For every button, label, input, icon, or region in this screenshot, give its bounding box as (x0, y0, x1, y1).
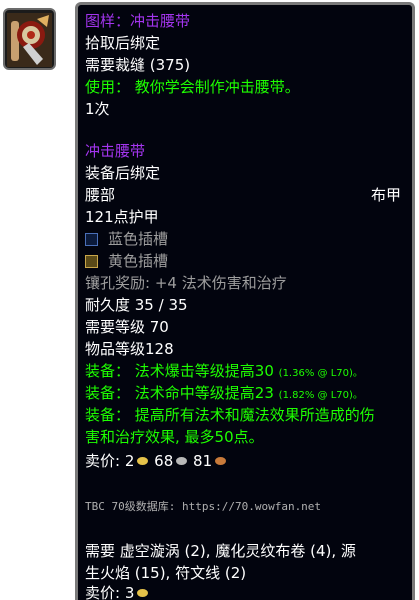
item-armor-value: 121点护甲 (85, 208, 159, 226)
pattern-sell-price: 卖价: 3 (85, 583, 149, 600)
item-name: 冲击腰带 (85, 142, 146, 160)
item-sell-silver: 68 (154, 452, 174, 470)
equip-spell-hit: 装备： 法术命中等级提高23 (1.82% @ L70)。 (85, 383, 363, 403)
socket-blue: 蓝色插槽 (85, 229, 168, 249)
pattern-sell-label: 卖价: (85, 584, 125, 600)
item-level: 物品等级128 (85, 340, 174, 358)
blue-socket-icon (85, 233, 98, 246)
equip-spell-hit-pct: (1.82% @ L70)。 (278, 390, 363, 401)
reagents-line-1: 需要 虚空漩涡 (2), 魔化灵纹布卷 (4), 源 (85, 542, 356, 560)
equip-spell-hit-text: 法术命中等级提高23 (134, 384, 274, 402)
pattern-charges: 1次 (85, 100, 110, 118)
item-sell-label: 卖价: (85, 452, 125, 470)
equip-spell-damage-line2: 害和治疗效果, 最多50点。 (85, 428, 264, 446)
pattern-use-text: 使用： 教你学会制作冲击腰带。 (85, 78, 300, 96)
item-tooltip: 图样：冲击腰带 拾取后绑定 需要裁缝 (375) 使用： 教你学会制作冲击腰带。… (75, 2, 415, 600)
yellow-socket-icon (85, 255, 98, 268)
socket-yellow-label: 黄色插槽 (108, 252, 169, 270)
item-slot: 腰部 (85, 186, 116, 204)
item-required-level: 需要等级 70 (85, 318, 169, 336)
gold-coin-icon (137, 589, 149, 597)
item-sell-price: 卖价: 2 68 81 (85, 451, 227, 471)
socket-yellow: 黄色插槽 (85, 251, 168, 271)
item-sell-copper: 81 (193, 452, 213, 470)
pattern-scroll-icon (7, 13, 52, 67)
pattern-bind-text: 拾取后绑定 (85, 34, 161, 52)
equip-spell-hit-prefix: 装备： (85, 384, 131, 402)
source-database-note: TBC 70级数据库: https://70.wowfan.net (85, 500, 322, 513)
equip-spell-crit-pct: (1.36% @ L70)。 (278, 368, 363, 379)
gold-coin-icon (137, 457, 149, 465)
item-bind-text: 装备后绑定 (85, 164, 161, 182)
pattern-icon-frame[interactable] (3, 8, 56, 70)
item-armor-type: 布甲 (370, 186, 401, 204)
equip-spell-damage-line1: 装备： 提高所有法术和魔法效果所造成的伤 (85, 406, 375, 424)
pattern-required-skill: 需要裁缝 (375) (85, 56, 191, 74)
item-sell-gold: 2 (124, 452, 135, 470)
socket-bonus: 镶孔奖励: +4 法术伤害和治疗 (85, 274, 287, 292)
equip-spell-crit-prefix: 装备： (85, 362, 131, 380)
socket-blue-label: 蓝色插槽 (108, 230, 169, 248)
silver-coin-icon (176, 457, 188, 465)
pattern-sell-gold: 3 (124, 584, 135, 600)
item-durability: 耐久度 35 / 35 (85, 296, 188, 314)
reagents-line-2: 生火焰 (15), 符文线 (2) (85, 564, 247, 582)
copper-coin-icon (215, 457, 227, 465)
equip-spell-crit: 装备： 法术爆击等级提高30 (1.36% @ L70)。 (85, 361, 363, 381)
pattern-title: 图样：冲击腰带 (85, 12, 191, 30)
equip-spell-crit-text: 法术爆击等级提高30 (134, 362, 274, 380)
